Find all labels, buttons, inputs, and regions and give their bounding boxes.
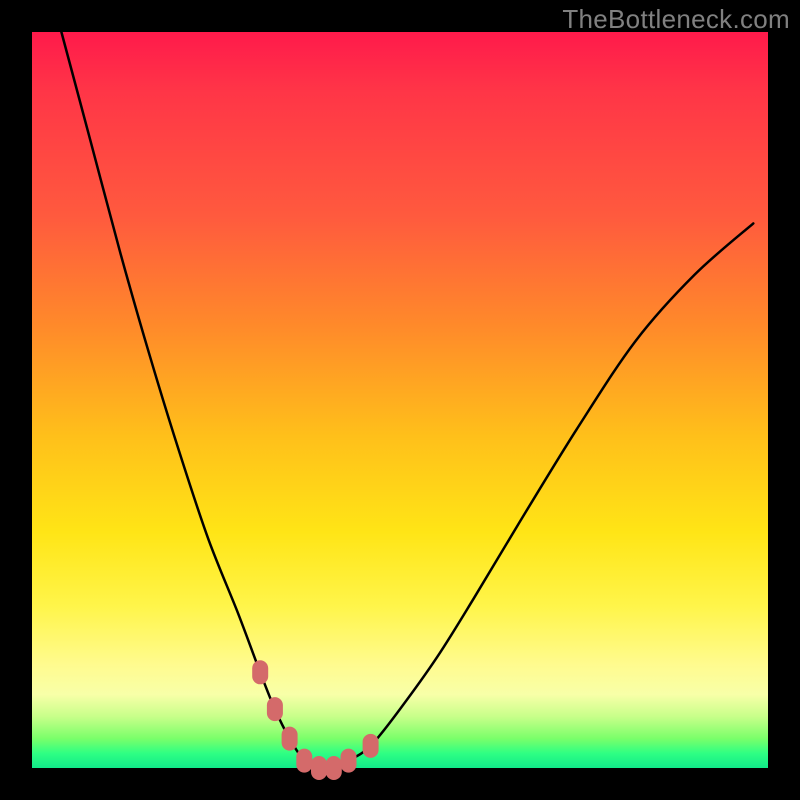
curve-svg bbox=[32, 32, 768, 768]
highlight-marker bbox=[282, 727, 298, 751]
bottleneck-curve bbox=[61, 32, 753, 769]
chart-frame: TheBottleneck.com bbox=[0, 0, 800, 800]
plot-area bbox=[32, 32, 768, 768]
highlight-marker bbox=[267, 697, 283, 721]
highlight-marker bbox=[252, 660, 268, 684]
highlight-marker bbox=[296, 749, 312, 773]
highlight-marker bbox=[363, 734, 379, 758]
highlight-marker bbox=[311, 756, 327, 780]
highlight-marker bbox=[341, 749, 357, 773]
watermark-text: TheBottleneck.com bbox=[562, 4, 790, 35]
highlight-marker bbox=[326, 756, 342, 780]
highlight-markers bbox=[252, 660, 378, 780]
